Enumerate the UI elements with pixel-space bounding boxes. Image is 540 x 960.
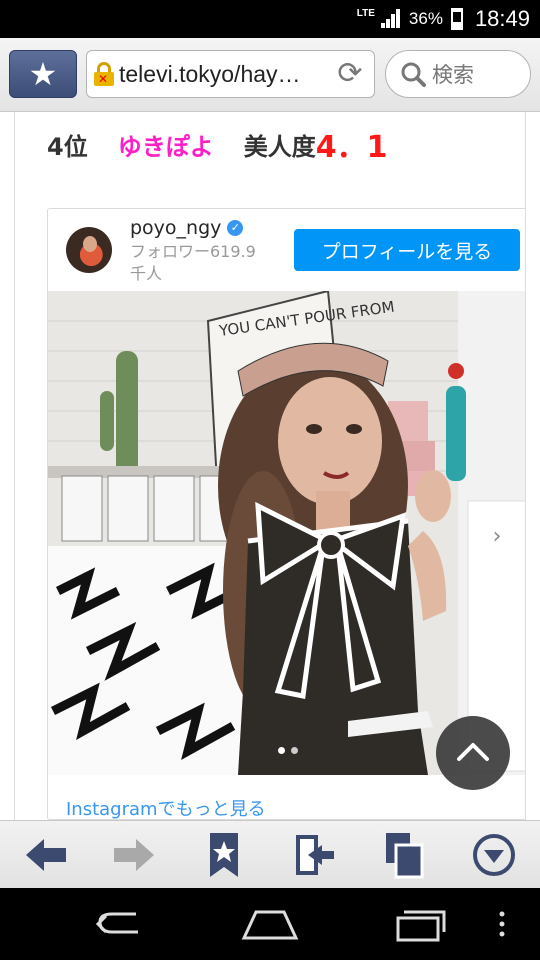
insecure-lock-icon: ✕ <box>93 60 115 88</box>
network-type: LTE <box>356 7 375 19</box>
exit-door-icon <box>296 835 334 875</box>
nav-recents-icon <box>396 910 446 942</box>
add-bookmark-button[interactable] <box>198 829 250 881</box>
carousel-next-button[interactable]: › <box>480 521 514 555</box>
view-profile-button[interactable]: プロフィールを見る <box>294 229 520 271</box>
status-indicators: LTE 36% 18:49 <box>357 0 530 38</box>
star-icon: ★ <box>28 55 58 93</box>
content-frame-left <box>14 112 15 820</box>
menu-down-icon <box>473 834 515 876</box>
tabs-icon <box>386 833 424 879</box>
follower-count: フォロワー619.9千人 <box>130 242 256 283</box>
scroll-to-top-button[interactable] <box>436 716 510 790</box>
carousel-dot-active <box>278 747 285 754</box>
photo-illustration: YOU CAN'T POUR FROM <box>48 291 525 775</box>
carousel-dots <box>278 747 298 754</box>
browser-bottom-bar <box>0 820 540 888</box>
content-frame-right <box>525 112 526 820</box>
search-button[interactable]: 検索 <box>385 50 531 98</box>
avatar[interactable] <box>66 227 112 273</box>
browser-toolbar: ★ ✕ televi.tokyo/hay… ⟳ 検索 <box>0 38 540 112</box>
rank-name: ゆきぽよ <box>117 132 214 161</box>
url-text[interactable]: televi.tokyo/hay… <box>119 61 324 88</box>
username-text[interactable]: poyo_ngy <box>130 217 221 239</box>
page-content: 4位 ゆきぽよ 美人度 4．1 poyo_ngy ✓ フォロワー619.9千人 … <box>0 112 540 820</box>
nav-overflow-button[interactable] <box>490 902 514 946</box>
nav-back-button[interactable] <box>90 902 150 946</box>
nav-recents-button[interactable] <box>390 902 450 946</box>
tabs-button[interactable] <box>378 829 430 881</box>
forward-button[interactable] <box>108 829 160 881</box>
forward-arrow-icon <box>114 839 154 871</box>
instagram-header: poyo_ngy ✓ フォロワー619.9千人 プロフィールを見る <box>48 209 525 291</box>
ranking-heading: 4位 ゆきぽよ 美人度 4．1 <box>47 124 388 165</box>
instagram-photo[interactable]: YOU CAN'T POUR FROM › <box>48 291 525 775</box>
status-bar: LTE 36% 18:49 <box>0 0 540 38</box>
search-label: 検索 <box>432 63 474 87</box>
nav-overflow-icon <box>499 911 505 937</box>
back-button[interactable] <box>20 829 72 881</box>
rank-number: 4位 <box>47 132 88 161</box>
instagram-more-link[interactable]: Instagramでもっと見る <box>66 795 266 819</box>
exit-button[interactable] <box>288 829 340 881</box>
system-nav-bar <box>0 888 540 960</box>
verified-badge-icon: ✓ <box>227 220 244 236</box>
back-arrow-icon <box>26 839 66 871</box>
url-bar[interactable]: ✕ televi.tokyo/hay… ⟳ <box>86 50 375 98</box>
signal-icon <box>379 8 401 30</box>
battery-percent: 36% <box>408 9 443 28</box>
chevron-up-icon <box>457 743 489 761</box>
carousel-dot <box>291 747 298 754</box>
nav-home-icon <box>241 910 299 940</box>
nav-home-button[interactable] <box>240 902 300 946</box>
bookmark-icon <box>210 833 238 877</box>
clock: 18:49 <box>474 6 530 31</box>
score-label: 美人度 <box>243 132 316 161</box>
score-value: 4．1 <box>315 130 388 165</box>
search-icon <box>401 62 426 87</box>
bookmarks-button[interactable]: ★ <box>9 50 77 98</box>
battery-icon <box>450 8 463 30</box>
menu-button[interactable] <box>468 829 520 881</box>
instagram-username[interactable]: poyo_ngy ✓ <box>130 217 244 239</box>
nav-back-icon <box>95 912 138 934</box>
reload-icon[interactable]: ⟳ <box>334 59 366 91</box>
